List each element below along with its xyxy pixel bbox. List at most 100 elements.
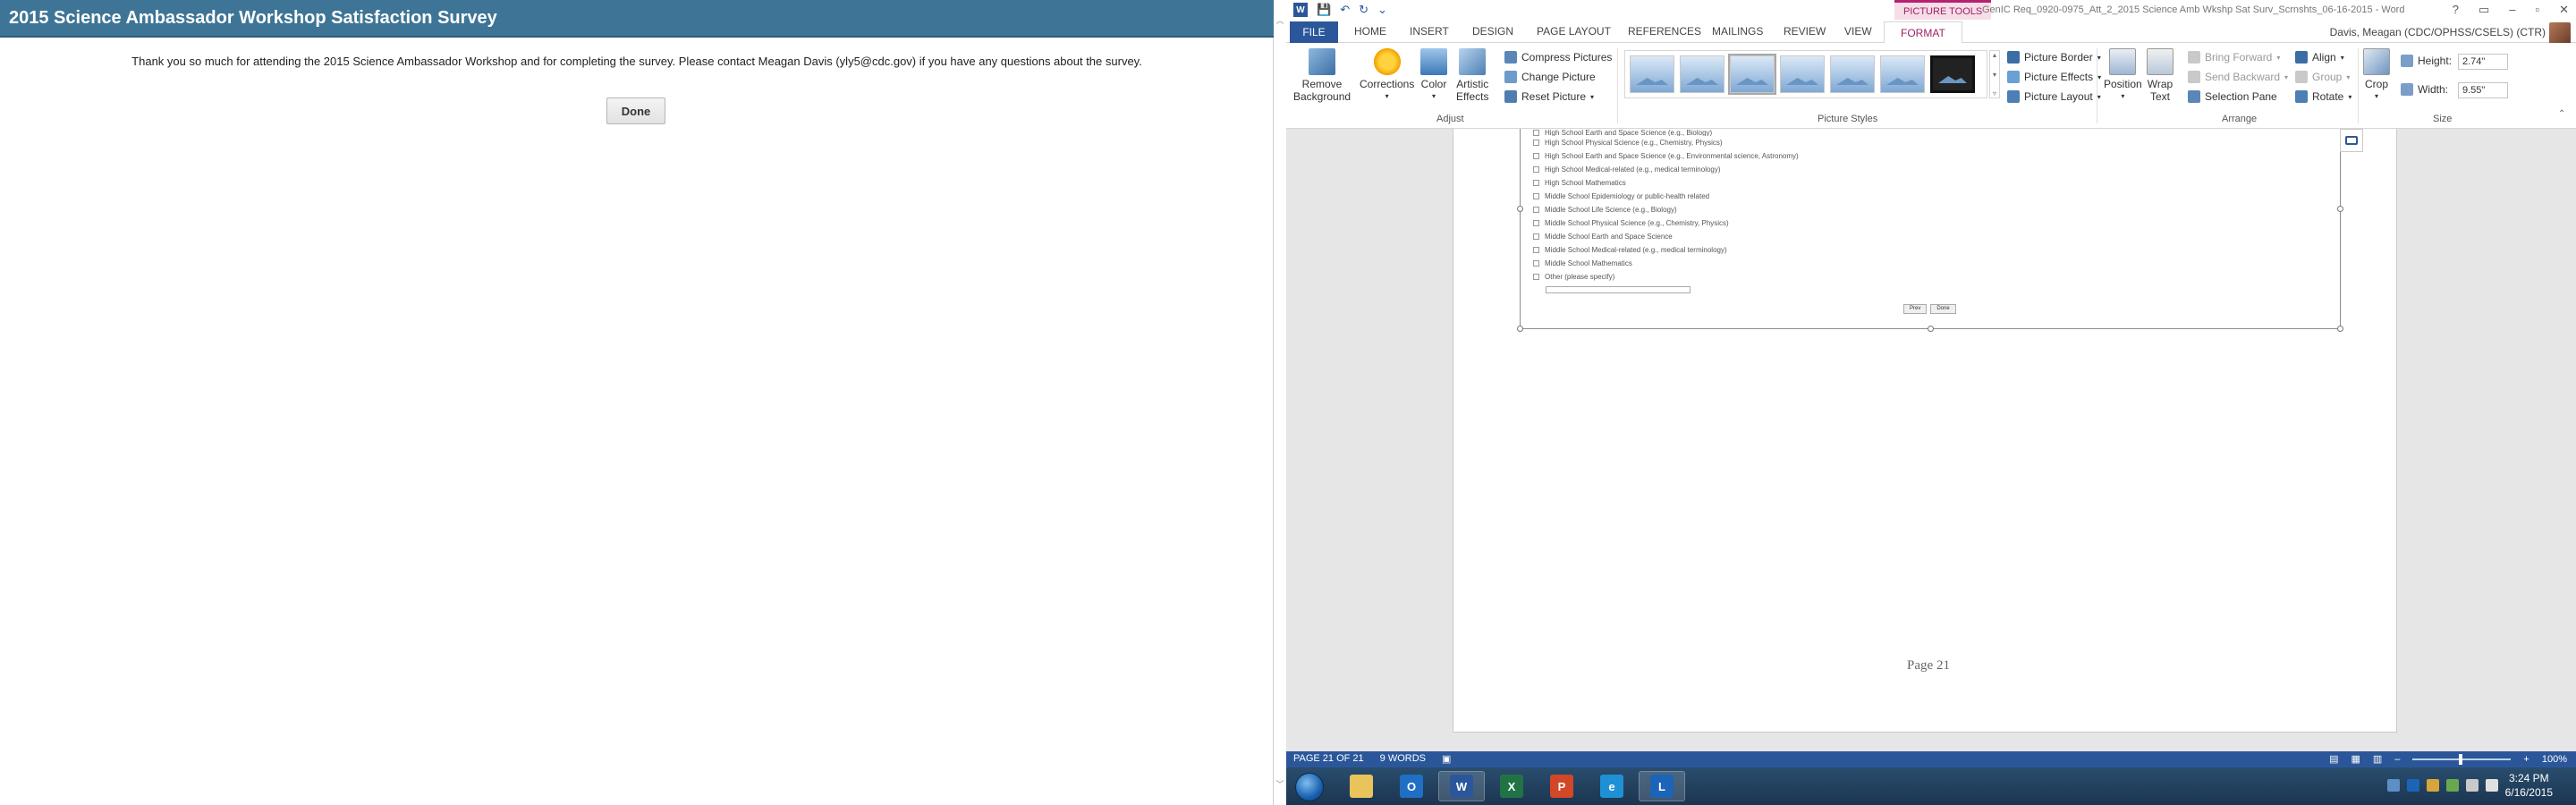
reset-picture-button[interactable]: Reset Picture ▾ bbox=[1504, 90, 1594, 103]
resize-handle[interactable] bbox=[1517, 326, 1523, 332]
wrap-text-button[interactable]: Wrap Text bbox=[2147, 48, 2174, 103]
artistic-effects-label-2: Effects bbox=[1456, 90, 1489, 103]
tab-file[interactable]: FILE bbox=[1290, 21, 1338, 43]
crop-icon bbox=[2363, 48, 2390, 75]
tab-home[interactable]: HOME bbox=[1354, 25, 1386, 38]
picture-styles-gallery[interactable] bbox=[1624, 50, 1987, 98]
artistic-effects-button[interactable]: Artistic Effects bbox=[1456, 48, 1488, 103]
customize-qat-icon[interactable]: ⌄ bbox=[1377, 3, 1387, 17]
position-button[interactable]: Position ▾ bbox=[2104, 48, 2142, 103]
color-button[interactable]: Color ▾ bbox=[1420, 48, 1447, 103]
read-mode-icon[interactable]: ▤ bbox=[2329, 753, 2338, 765]
layout-options-button[interactable] bbox=[2340, 129, 2363, 152]
word-count[interactable]: 9 WORDS bbox=[1380, 753, 1426, 765]
zoom-out-icon[interactable]: – bbox=[2394, 754, 2400, 765]
taskbar-lync[interactable]: L bbox=[1639, 771, 1685, 801]
taskbar-word[interactable]: W bbox=[1438, 771, 1485, 801]
help-icon[interactable]: ? bbox=[2453, 3, 2459, 17]
taskbar-powerpoint[interactable]: P bbox=[1538, 771, 1585, 801]
tab-mailings[interactable]: MAILINGS bbox=[1712, 25, 1763, 38]
thank-you-message: Thank you so much for attending the 2015… bbox=[131, 55, 1142, 68]
gallery-scroll[interactable]: ▴ ▾ ▿ bbox=[1989, 50, 2000, 98]
undo-icon[interactable]: ↶ bbox=[1340, 3, 1350, 17]
height-control: Height: bbox=[2401, 55, 2452, 67]
page-count[interactable]: PAGE 21 OF 21 bbox=[1293, 753, 1364, 765]
resize-handle[interactable] bbox=[1517, 206, 1523, 212]
picture-border-button[interactable]: Picture Border ▾ bbox=[2007, 51, 2101, 64]
resize-handle[interactable] bbox=[2337, 206, 2343, 212]
tray-icon[interactable] bbox=[2445, 779, 2459, 792]
group-button[interactable]: Group ▾ bbox=[2295, 71, 2350, 83]
resize-handle[interactable] bbox=[1928, 326, 1934, 332]
tab-format[interactable]: FORMAT bbox=[1884, 21, 1962, 44]
remove-background-button[interactable]: Remove Background bbox=[1293, 48, 1351, 103]
picture-layout-button[interactable]: Picture Layout ▾ bbox=[2007, 90, 2101, 103]
tray-icon[interactable] bbox=[2386, 779, 2400, 792]
restore-icon[interactable]: ▫ bbox=[2535, 3, 2539, 17]
tab-insert[interactable]: INSERT bbox=[1410, 25, 1449, 38]
picture-style-thumb[interactable] bbox=[1680, 55, 1724, 93]
taskbar-outlook[interactable]: O bbox=[1388, 771, 1435, 801]
resize-handle[interactable] bbox=[2337, 326, 2343, 332]
tab-view[interactable]: VIEW bbox=[1844, 25, 1872, 38]
zoom-level[interactable]: 100% bbox=[2542, 754, 2567, 765]
web-layout-icon[interactable]: ▥ bbox=[2373, 753, 2382, 765]
gallery-more-icon[interactable]: ▿ bbox=[1993, 89, 1996, 97]
selected-picture[interactable]: High School Earth and Space Science (e.g… bbox=[1517, 129, 2343, 332]
picture-style-thumb[interactable] bbox=[1880, 55, 1925, 93]
height-icon bbox=[2401, 55, 2413, 67]
crop-button[interactable]: Crop ▾ bbox=[2363, 48, 2390, 103]
avatar[interactable] bbox=[2549, 22, 2571, 44]
taskbar-explorer[interactable] bbox=[1338, 771, 1385, 801]
volume-icon[interactable] bbox=[2485, 779, 2498, 792]
ribbon-display-icon[interactable]: ▭ bbox=[2479, 3, 2489, 17]
tray-icon[interactable] bbox=[2406, 779, 2419, 792]
save-icon[interactable]: 💾 bbox=[1317, 3, 1331, 17]
gallery-down-icon[interactable]: ▾ bbox=[1993, 71, 1996, 79]
picture-style-thumb[interactable] bbox=[1630, 55, 1674, 93]
scroll-up-icon[interactable]: ︿ bbox=[1274, 14, 1286, 27]
collapse-ribbon-icon[interactable]: ⌃ bbox=[2558, 109, 2565, 119]
tab-design[interactable]: DESIGN bbox=[1472, 25, 1513, 38]
send-backward-button[interactable]: Send Backward ▾ bbox=[2188, 71, 2288, 83]
picture-style-thumb[interactable] bbox=[1728, 54, 1776, 95]
corrections-button[interactable]: Corrections ▾ bbox=[1360, 48, 1414, 103]
compress-pictures-button[interactable]: Compress Pictures bbox=[1504, 51, 1612, 64]
rotate-button[interactable]: Rotate ▾ bbox=[2295, 90, 2351, 103]
done-button[interactable]: Done bbox=[606, 97, 665, 124]
align-button[interactable]: Align ▾ bbox=[2295, 51, 2344, 64]
tab-review[interactable]: REVIEW bbox=[1784, 25, 1826, 38]
proofing-icon[interactable]: ▣ bbox=[1442, 753, 1451, 765]
picture-style-thumb[interactable] bbox=[1830, 55, 1875, 93]
picture-style-thumb[interactable] bbox=[1930, 55, 1975, 93]
taskbar-excel[interactable]: X bbox=[1488, 771, 1535, 801]
start-button[interactable] bbox=[1295, 773, 1324, 801]
browser-scrollbar[interactable]: ︿ ﹀ bbox=[1274, 0, 1286, 805]
width-input[interactable]: 9.55" bbox=[2458, 82, 2508, 98]
redo-icon[interactable]: ↻ bbox=[1359, 3, 1368, 17]
print-layout-icon[interactable]: ▦ bbox=[2351, 753, 2360, 765]
bring-forward-label: Bring Forward bbox=[2205, 51, 2273, 64]
network-icon[interactable] bbox=[2465, 779, 2479, 792]
user-name[interactable]: Davis, Meagan (CDC/OPHSS/CSELS) (CTR) bbox=[2330, 26, 2546, 38]
tab-references[interactable]: REFERENCES bbox=[1628, 25, 1701, 38]
taskbar-internet-explorer[interactable]: e bbox=[1589, 771, 1635, 801]
change-picture-button[interactable]: Change Picture bbox=[1504, 71, 1596, 83]
zoom-slider-thumb[interactable] bbox=[2459, 753, 2463, 765]
close-icon[interactable]: ✕ bbox=[2559, 3, 2569, 17]
clock[interactable]: 3:24 PM 6/16/2015 bbox=[2505, 771, 2553, 800]
bring-forward-button[interactable]: Bring Forward ▾ bbox=[2188, 51, 2280, 64]
tab-page-layout[interactable]: PAGE LAYOUT bbox=[1537, 25, 1611, 38]
minimize-icon[interactable]: – bbox=[2509, 3, 2515, 17]
height-input[interactable]: 2.74" bbox=[2458, 54, 2508, 70]
gallery-up-icon[interactable]: ▴ bbox=[1993, 51, 1996, 59]
tray-icon[interactable] bbox=[2426, 779, 2439, 792]
list-item: Middle School Epidemiology or public-hea… bbox=[1533, 190, 2320, 203]
picture-style-thumb[interactable] bbox=[1780, 55, 1825, 93]
zoom-slider[interactable] bbox=[2412, 753, 2512, 765]
scroll-down-icon[interactable]: ﹀ bbox=[1274, 778, 1286, 791]
zoom-in-icon[interactable]: + bbox=[2523, 754, 2529, 765]
picture-effects-button[interactable]: Picture Effects ▾ bbox=[2007, 71, 2101, 83]
chevron-down-icon: ▾ bbox=[1590, 92, 1595, 101]
selection-pane-button[interactable]: Selection Pane bbox=[2188, 90, 2277, 103]
